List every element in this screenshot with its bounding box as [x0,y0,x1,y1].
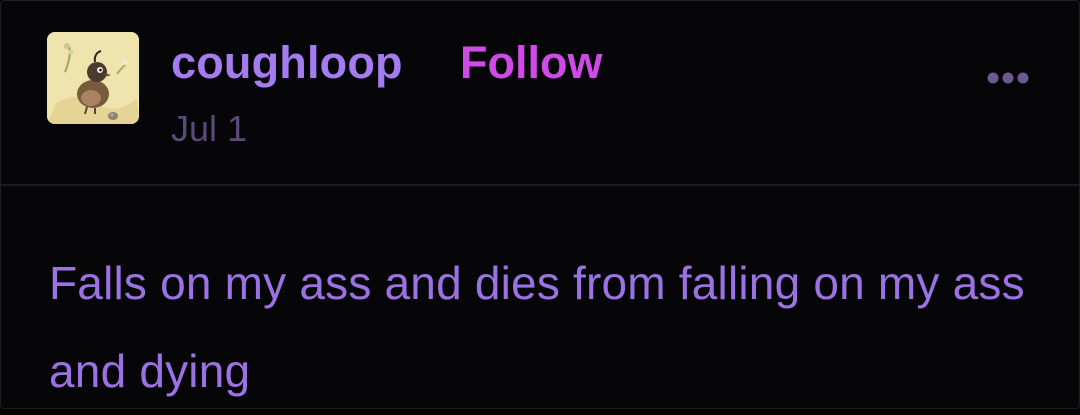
more-options-button[interactable] [983,61,1039,95]
post-date[interactable]: Jul 1 [171,107,247,151]
more-options-icon [987,72,1029,84]
divider [1,184,1079,186]
post-body-text: Falls on my ass and dies from falling on… [49,257,1025,397]
bird-avatar-icon [47,32,139,124]
follow-button[interactable]: Follow [460,33,602,93]
avatar[interactable] [47,32,139,124]
post-card: coughloop Follow Jul 1 Falls on my ass a… [0,0,1080,409]
username[interactable]: coughloop [171,33,403,93]
post-header: coughloop Follow Jul 1 [1,1,1079,184]
